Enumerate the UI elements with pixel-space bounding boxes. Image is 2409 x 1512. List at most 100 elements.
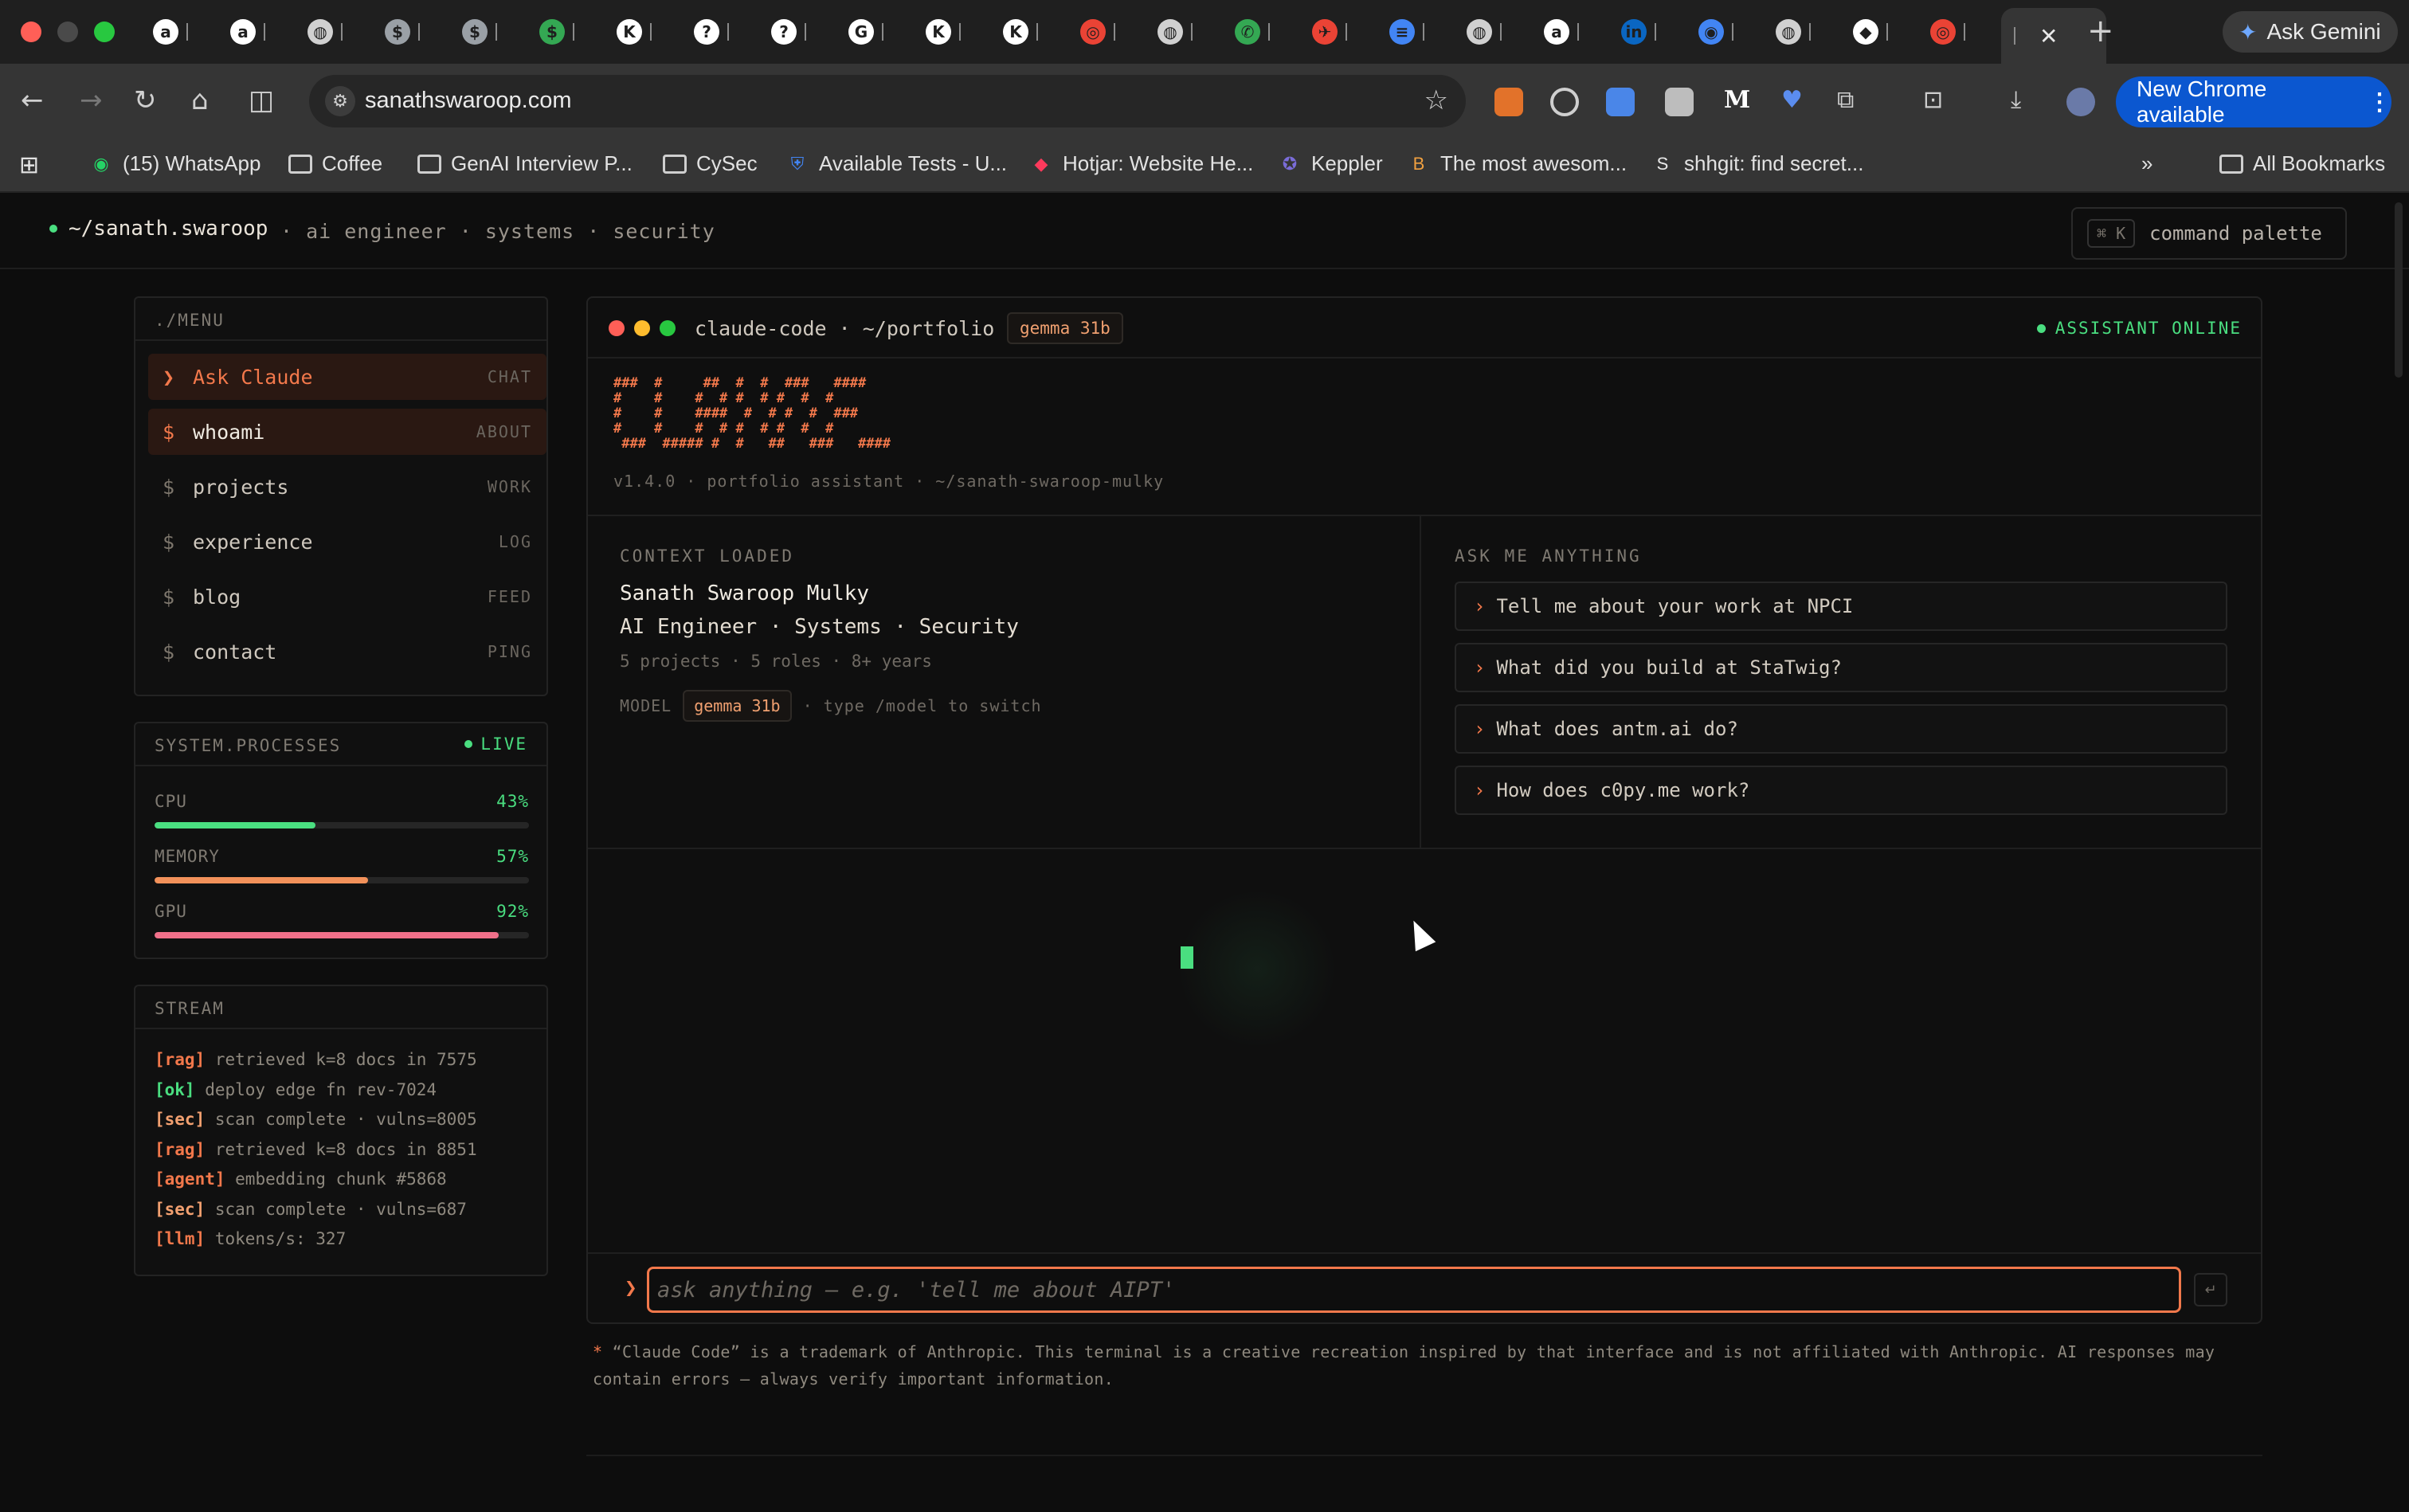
tab-separator	[650, 23, 652, 41]
bookmark-item[interactable]: Coffee	[288, 151, 382, 176]
new-chrome-available-button[interactable]: New Chrome available ⋮	[2116, 76, 2391, 127]
bookmark-item[interactable]: GenAI Interview P...	[417, 151, 633, 176]
bookmark-item[interactable]: ⛨ Available Tests - U...	[785, 151, 1007, 176]
browser-tab[interactable]: K	[913, 11, 989, 53]
home-icon[interactable]: ⌂	[191, 84, 209, 116]
browser-tab[interactable]: in	[1608, 11, 1685, 53]
new-tab-button[interactable]: +	[2087, 13, 2114, 49]
browser-tab[interactable]: ◉	[1686, 11, 1762, 53]
page-scrollbar[interactable]	[2395, 202, 2403, 378]
menu-item-contact[interactable]: $ contact PING	[148, 629, 546, 675]
command-palette-button[interactable]: ⌘ K command palette	[2071, 207, 2347, 260]
camera-extension-icon[interactable]	[1665, 88, 1694, 116]
suggestion-button[interactable]: › What did you build at StaTwig?	[1455, 643, 2227, 692]
profile-role: AI Engineer · Systems · Security	[620, 615, 1019, 639]
suggestion-button[interactable]: › How does c0py.me work?	[1455, 766, 2227, 815]
bookmark-item[interactable]: B The most awesom...	[1407, 151, 1627, 176]
browser-tab[interactable]: ◆	[1840, 11, 1917, 53]
browser-tab[interactable]: $	[449, 11, 526, 53]
terminal-green-dot	[660, 320, 676, 336]
bs-icon: B	[1412, 153, 1425, 174]
extensions-puzzle-icon[interactable]: ⧉	[1837, 86, 1854, 114]
target-extension-icon[interactable]	[1550, 88, 1579, 116]
download-icon[interactable]: ⤓	[2011, 86, 2021, 114]
bookmark-item[interactable]: ✪ Keppler	[1278, 151, 1383, 176]
window-minimize-button[interactable]	[57, 22, 78, 42]
whatsapp-icon: ◉	[93, 153, 109, 174]
screen-record-extension-icon[interactable]	[1606, 88, 1635, 116]
browser-tab[interactable]: a	[217, 11, 294, 53]
browser-tab[interactable]: ≡	[1377, 11, 1453, 53]
menu-item-projects[interactable]: $ projects WORK	[148, 464, 546, 510]
tab-separator	[2014, 27, 2015, 45]
address-bar[interactable]: ⚙ sanathswaroop.com ☆	[309, 75, 1466, 127]
chat-input[interactable]	[647, 1267, 2181, 1313]
tab-separator	[1577, 23, 1579, 41]
window-zoom-button[interactable]	[94, 22, 115, 42]
site-brand[interactable]: ~/sanath.swaroop	[49, 217, 268, 241]
browser-tab[interactable]: G	[836, 11, 912, 53]
stream-text: embedding chunk #5868	[225, 1169, 447, 1189]
browser-tab[interactable]: ◎	[1067, 11, 1144, 53]
process-value: 57%	[496, 847, 529, 866]
bookmark-item[interactable]: CySec	[663, 151, 758, 176]
tab-favicon-icon: ≡	[1389, 19, 1415, 45]
browser-tab[interactable]: ◍	[1454, 11, 1530, 53]
vpn-extension-icon[interactable]: ♥	[1781, 86, 1803, 114]
process-value: 92%	[496, 902, 529, 921]
more-bookmarks-icon[interactable]: »	[2141, 151, 2152, 176]
tab-favicon-icon: ◉	[1698, 19, 1724, 45]
bookmark-star-icon[interactable]: ☆	[1424, 84, 1448, 116]
window-close-button[interactable]	[21, 22, 41, 42]
suggestion-button[interactable]: › Tell me about your work at NPCI	[1455, 582, 2227, 631]
menu-item-experience[interactable]: $ experience LOG	[148, 519, 546, 565]
metamask-extension-icon[interactable]	[1494, 88, 1523, 116]
browser-tab[interactable]: K	[990, 11, 1067, 53]
bookmark-item[interactable]: Sshhgit: find secret...	[1651, 151, 1864, 176]
browser-tab[interactable]: ?	[758, 11, 835, 53]
browser-tab[interactable]: $	[372, 11, 449, 53]
browser-tab[interactable]: ◍	[295, 11, 371, 53]
browser-tab[interactable]: a	[1531, 11, 1608, 53]
ask-gemini-button[interactable]: ✦ Ask Gemini	[2223, 11, 2398, 53]
browser-tab[interactable]: a	[140, 11, 217, 53]
model-chip[interactable]: gemma 31b	[683, 690, 792, 722]
bookmark-item[interactable]: ◉ (15) WhatsApp	[89, 151, 260, 176]
suggestion-button[interactable]: › What does antm.ai do?	[1455, 704, 2227, 754]
browser-tab[interactable]: ?	[681, 11, 758, 53]
back-icon[interactable]: ←	[21, 84, 44, 116]
forward-icon[interactable]: →	[80, 84, 103, 116]
browser-tab[interactable]: ◎	[1917, 11, 1994, 53]
close-tab-icon[interactable]: ✕	[2039, 23, 2058, 49]
browser-tab[interactable]: K	[604, 11, 680, 53]
more-menu-icon[interactable]: ⋮	[2368, 88, 2391, 116]
menu-prefix: $	[163, 585, 175, 609]
enter-key-icon[interactable]: ↵	[2194, 1273, 2227, 1306]
apps-grid-icon[interactable]: ⊞	[19, 151, 39, 179]
menu-item-blog[interactable]: $ blog FEED	[148, 574, 546, 620]
menu-label: blog	[193, 585, 241, 609]
suggestion-label: What did you build at StaTwig?	[1496, 656, 1842, 679]
tab-search-icon[interactable]: ⊡	[1923, 86, 1943, 114]
browser-tab[interactable]: ✈	[1299, 11, 1376, 53]
profile-avatar[interactable]	[2066, 88, 2095, 116]
bookmark-item[interactable]: ◆ Hotjar: Website He...	[1029, 151, 1254, 176]
reload-icon[interactable]: ↻	[134, 84, 157, 116]
site-settings-icon[interactable]: ⚙	[325, 86, 355, 116]
menu-item-whoami[interactable]: $ whoami ABOUT	[148, 409, 546, 455]
browser-tab[interactable]: $	[527, 11, 603, 53]
browser-tab[interactable]: ◍	[1145, 11, 1221, 53]
folder-icon	[663, 154, 687, 174]
browser-tab[interactable]: ✆	[1222, 11, 1299, 53]
process-row: GPU 92%	[155, 902, 529, 921]
menu-tag: FEED	[487, 587, 532, 606]
tab-favicon-icon: ◎	[1080, 19, 1106, 45]
model-badge[interactable]: gemma 31b	[1007, 312, 1123, 344]
split-view-icon[interactable]: ◫	[249, 84, 274, 116]
browser-tab[interactable]: ◍	[1763, 11, 1839, 53]
menu-item-ask-claude[interactable]: ❯ Ask Claude CHAT	[148, 354, 546, 400]
menu-prefix: $	[163, 640, 175, 664]
medium-extension-icon[interactable]: M	[1724, 86, 1750, 114]
url-text[interactable]: sanathswaroop.com	[365, 88, 572, 114]
all-bookmarks-folder[interactable]: All Bookmarks	[2219, 151, 2385, 176]
